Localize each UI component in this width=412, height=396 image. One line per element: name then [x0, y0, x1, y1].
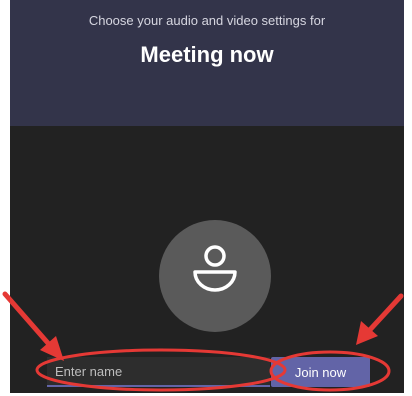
- meeting-title: Meeting now: [140, 42, 274, 67]
- avatar: [159, 220, 271, 332]
- header-subtitle: Choose your audio and video settings for: [88, 13, 326, 28]
- name-input[interactable]: [47, 357, 270, 387]
- meeting-header: Choose your audio and video settings for…: [10, 0, 404, 126]
- join-now-button[interactable]: Join now: [271, 357, 370, 387]
- person-icon: [193, 245, 237, 292]
- meeting-join-screen: Choose your audio and video settings for…: [10, 0, 404, 393]
